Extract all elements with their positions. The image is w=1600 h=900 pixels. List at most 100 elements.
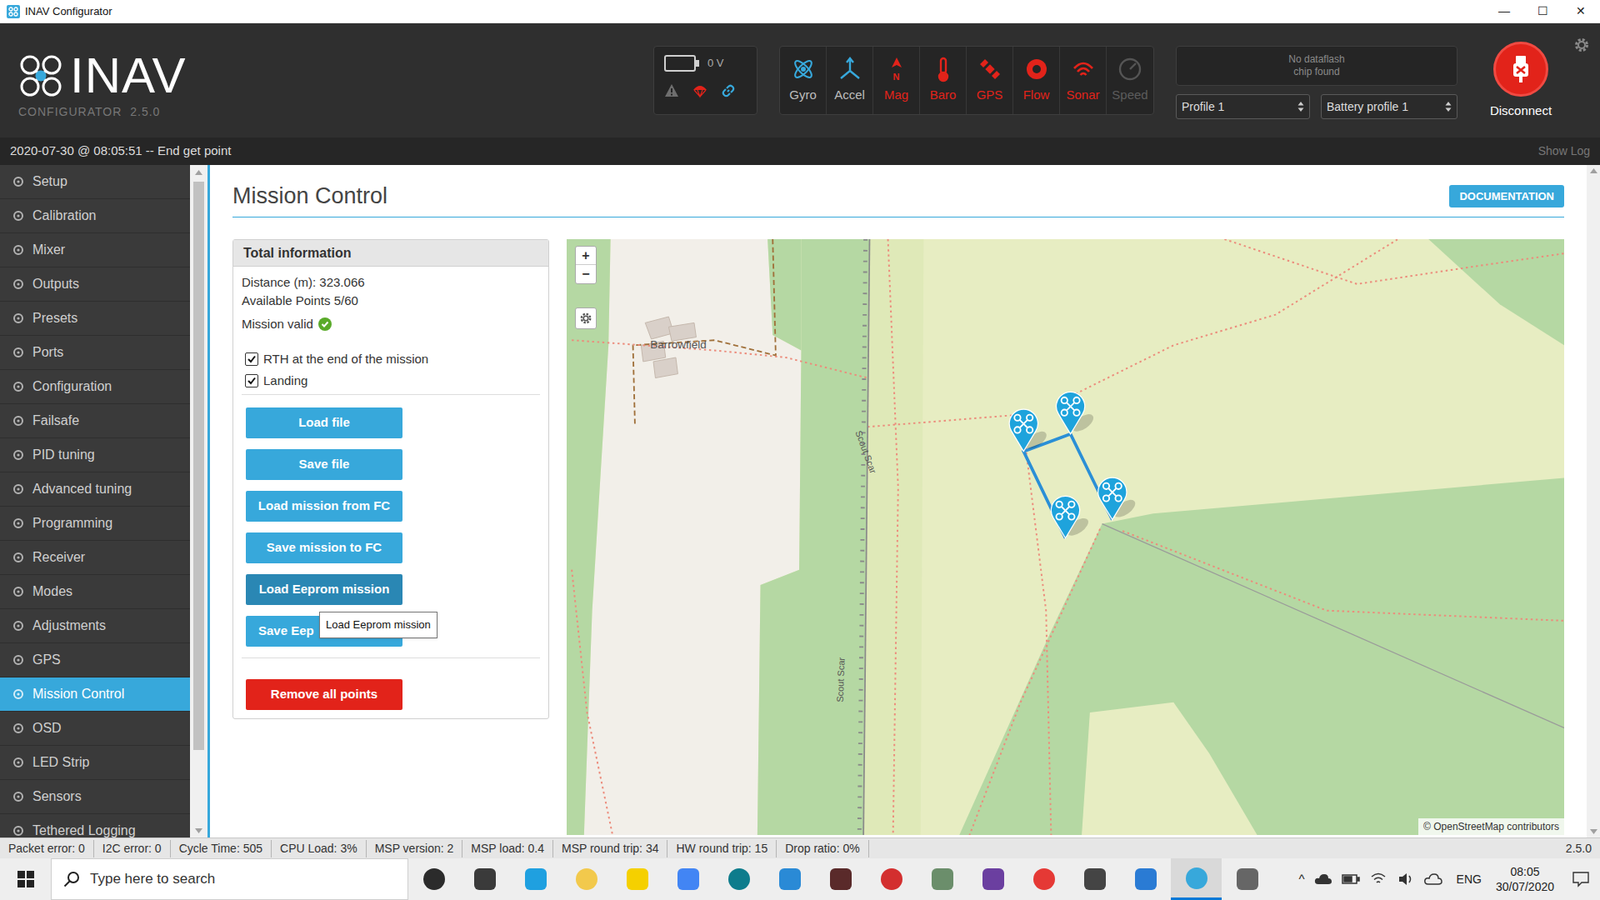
taskbar-app[interactable] xyxy=(967,858,1019,900)
map-label: Barrowfield xyxy=(650,338,706,351)
sidebar-item-icon xyxy=(11,653,25,667)
action-button[interactable]: Load mission from FC xyxy=(245,490,403,522)
window-control[interactable]: ☐ xyxy=(1523,0,1562,23)
sidebar-item[interactable]: Presets xyxy=(0,301,190,336)
waypoint-pin[interactable] xyxy=(1050,495,1091,539)
app-icon xyxy=(677,868,700,890)
sidebar-item[interactable]: LED Strip xyxy=(0,745,190,780)
sidebar-item[interactable]: Calibration xyxy=(0,199,190,234)
taskbar-app[interactable] xyxy=(1018,858,1070,900)
taskbar-app[interactable] xyxy=(1170,858,1222,900)
taskbar-app[interactable] xyxy=(1221,858,1273,900)
sidebar-item[interactable]: Outputs xyxy=(0,267,190,302)
action-button[interactable]: Load file xyxy=(245,407,403,439)
version: 2.5.0 xyxy=(130,103,160,121)
sidebar-item[interactable]: Sensors xyxy=(0,780,190,815)
app-icon xyxy=(1135,868,1157,890)
taskbar-app[interactable] xyxy=(1120,858,1171,900)
disconnect-button[interactable]: Disconnect xyxy=(1483,41,1559,121)
taskbar-app[interactable] xyxy=(611,858,663,900)
language[interactable]: ENG xyxy=(1456,870,1482,889)
sidebar-item[interactable]: Mixer xyxy=(0,233,190,268)
map-settings-gear-icon[interactable] xyxy=(575,307,597,330)
sidebar-item[interactable]: Receiver xyxy=(0,540,190,575)
sidebar-item[interactable]: Advanced tuning xyxy=(0,472,190,507)
waypoint-pin[interactable] xyxy=(1055,391,1096,435)
sidebar-scrollbar[interactable] xyxy=(190,165,208,838)
zoom-in-button[interactable]: + xyxy=(575,246,596,265)
search-box[interactable]: Type here to search xyxy=(50,858,409,900)
taskbar-app[interactable] xyxy=(662,858,714,900)
documentation-button[interactable]: DOCUMENTATION xyxy=(1449,185,1565,209)
scroll-thumb[interactable] xyxy=(193,181,205,750)
remove-all-points-button[interactable]: Remove all points xyxy=(245,679,403,710)
panel-header: Total information xyxy=(233,240,549,267)
checkbox[interactable] xyxy=(245,352,259,366)
tray-icon[interactable] xyxy=(1341,872,1360,886)
taskbar-app[interactable] xyxy=(408,858,460,900)
tray-icon[interactable] xyxy=(1424,872,1443,886)
app-icon xyxy=(1236,868,1259,890)
taskbar-app[interactable] xyxy=(560,858,612,900)
waypoint-pin[interactable] xyxy=(1098,477,1139,520)
profile-select[interactable]: Profile 1 xyxy=(1175,94,1310,120)
sidebar-item[interactable]: Modes xyxy=(0,575,190,610)
tray-expand[interactable]: ^ xyxy=(1299,870,1305,890)
sidebar-item[interactable]: Mission Control xyxy=(0,677,190,712)
sidebar-item[interactable]: GPS xyxy=(0,643,190,678)
tray-icon[interactable] xyxy=(1369,872,1388,886)
taskbar-app[interactable] xyxy=(764,858,815,900)
window-controls: —☐✕ xyxy=(1485,0,1600,23)
sidebar-item-icon xyxy=(11,824,25,838)
battery-voltage: 0 V xyxy=(707,55,725,72)
option-row[interactable]: RTH at the end of the mission xyxy=(241,348,540,370)
taskbar-app[interactable] xyxy=(510,858,561,900)
sensor-icon xyxy=(976,55,1004,83)
waypoint-pin[interactable] xyxy=(1009,409,1050,452)
taskbar-app[interactable] xyxy=(865,858,917,900)
log-bar: 2020-07-30 @ 08:05:51 -- End get pointSh… xyxy=(0,137,1600,165)
option-row[interactable]: Landing xyxy=(241,370,540,392)
start-button[interactable] xyxy=(0,858,51,900)
map-attribution: © OpenStreetMap contributors xyxy=(1418,818,1565,835)
sidebar-item-icon xyxy=(11,687,25,701)
status-item: HW round trip: 15 xyxy=(667,840,777,858)
settings-gear-icon[interactable] xyxy=(1573,36,1590,54)
show-log-link[interactable]: Show Log xyxy=(1538,142,1590,160)
sidebar-item[interactable]: OSD xyxy=(0,711,190,746)
sensor: Speed xyxy=(1106,46,1154,115)
battery-profile-select[interactable]: Battery profile 1 xyxy=(1320,94,1458,120)
failsafe-icon xyxy=(692,83,708,99)
taskbar-app[interactable] xyxy=(713,858,765,900)
sidebar-item[interactable]: PID tuning xyxy=(0,438,190,473)
sidebar-item[interactable]: Setup xyxy=(0,165,190,200)
sidebar-item[interactable]: Ports xyxy=(0,335,190,370)
checkbox[interactable] xyxy=(245,374,259,388)
taskbar-app[interactable] xyxy=(916,858,968,900)
taskbar-app[interactable] xyxy=(1069,858,1120,900)
sidebar-item-icon xyxy=(11,414,25,428)
tray-icon[interactable] xyxy=(1314,872,1333,886)
action-button[interactable]: Save file xyxy=(245,449,403,480)
app-icon xyxy=(931,868,954,890)
clock[interactable]: 08:0530/07/2020 xyxy=(1495,864,1555,895)
action-button[interactable]: Save mission to FC xyxy=(245,532,403,564)
taskbar-app[interactable] xyxy=(459,858,510,900)
content-scrollbar[interactable] xyxy=(1586,165,1600,838)
window-control[interactable]: — xyxy=(1485,0,1524,23)
notification-icon[interactable] xyxy=(1571,870,1590,888)
sidebar-item[interactable]: Failsafe xyxy=(0,404,190,439)
logo: INAVCONFIGURATOR2.5.0 xyxy=(0,45,654,121)
sidebar-item[interactable]: Adjustments xyxy=(0,609,190,644)
battery-icon xyxy=(664,55,696,72)
tray-icon[interactable] xyxy=(1396,872,1415,886)
sidebar-item[interactable]: Tethered Logging xyxy=(0,814,190,838)
sidebar-item[interactable]: Configuration xyxy=(0,370,190,405)
taskbar-app[interactable] xyxy=(815,858,866,900)
warning-icon xyxy=(664,83,680,99)
zoom-out-button[interactable]: − xyxy=(575,265,596,284)
sidebar-item[interactable]: Programming xyxy=(0,506,190,541)
map[interactable]: BarrowfieldScout ScarScout Scar+−© OpenS… xyxy=(566,239,1565,835)
window-control[interactable]: ✕ xyxy=(1561,0,1600,23)
action-button[interactable]: Load Eeprom mission xyxy=(245,574,403,605)
